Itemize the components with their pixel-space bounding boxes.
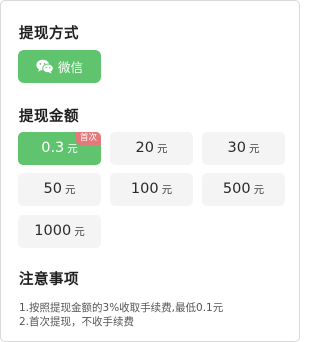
- withdraw-amount-title: 提现金额: [19, 109, 79, 125]
- amount-value: 1000: [34, 223, 72, 239]
- first-withdraw-badge: 首次: [75, 132, 101, 145]
- amount-unit: 元: [161, 184, 173, 196]
- amount-option-30[interactable]: 30 元: [202, 132, 285, 165]
- note-line: 1.按照提现金额的3%收取手续费,最低0.1元: [19, 302, 224, 314]
- amount-option-20[interactable]: 20 元: [110, 132, 193, 165]
- amount-value: 100: [130, 181, 159, 197]
- wechat-icon: [36, 59, 54, 74]
- amount-unit: 元: [74, 226, 85, 238]
- note-line: 2.首次提现，不收手续费: [19, 316, 135, 328]
- amount-option-50[interactable]: 50 元: [18, 173, 101, 206]
- notes-list: 1.按照提现金额的3%收取手续费,最低0.1元 2.首次提现，不收手续费: [19, 301, 223, 329]
- withdraw-method-title: 提现方式: [19, 26, 79, 42]
- amount-option-500[interactable]: 500 元: [202, 173, 285, 206]
- amount-option-0.3[interactable]: 0.3 元 首次: [18, 132, 101, 165]
- wechat-label: 微信: [57, 60, 83, 75]
- amount-unit: 元: [248, 143, 260, 155]
- amount-value: 20: [135, 140, 154, 156]
- amount-option-100[interactable]: 100 元: [110, 173, 193, 206]
- amount-value: 500: [222, 181, 251, 197]
- amount-value: 0.3: [41, 140, 65, 156]
- amount-option-1000[interactable]: 1000 元: [18, 215, 101, 248]
- withdraw-panel: 提现方式 微信 提现金额 0.3 元 首次 20 元 30 元 50 元 100…: [0, 0, 300, 342]
- amount-value: 30: [227, 140, 246, 156]
- amount-value: 50: [43, 181, 62, 197]
- wechat-method-button[interactable]: 微信: [18, 50, 101, 83]
- amount-unit: 元: [253, 184, 265, 196]
- amount-unit: 元: [64, 184, 76, 196]
- amount-unit: 元: [156, 143, 168, 155]
- notes-title: 注意事项: [19, 272, 79, 288]
